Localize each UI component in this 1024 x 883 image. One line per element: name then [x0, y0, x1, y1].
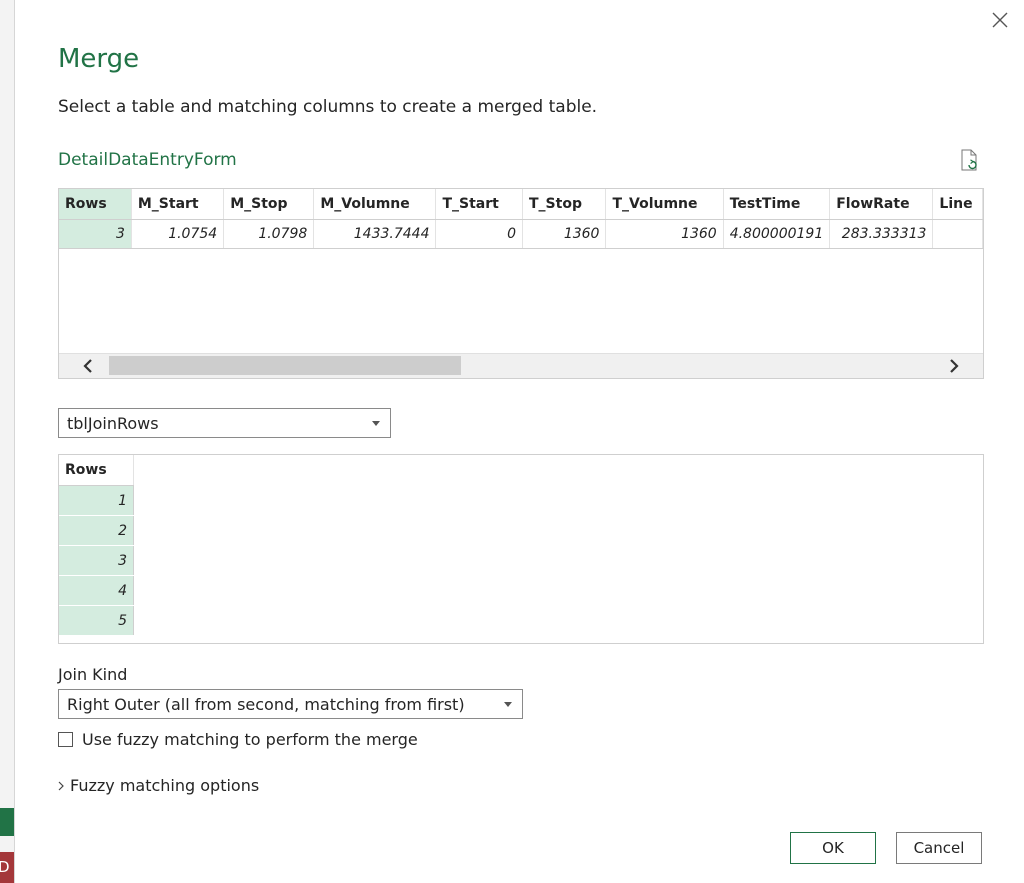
- table-row: 4: [59, 575, 134, 606]
- dialog-title: Merge: [58, 44, 140, 74]
- table-cell: 5: [59, 605, 134, 636]
- table-row: 1: [59, 485, 134, 516]
- table-cell: 3: [59, 219, 132, 249]
- column-header-m-start[interactable]: M_Start: [131, 189, 225, 220]
- table-cell: 1433.7444: [313, 219, 437, 249]
- dialog-subtitle: Select a table and matching columns to c…: [58, 97, 598, 117]
- refresh-preview-button[interactable]: [958, 149, 980, 171]
- join-kind-label: Join Kind: [58, 665, 128, 684]
- fuzzy-matching-options-label: Fuzzy matching options: [70, 776, 260, 795]
- horizontal-scrollbar[interactable]: [59, 353, 983, 378]
- join-kind-select-value: Right Outer (all from second, matching f…: [67, 695, 465, 714]
- chevron-right-icon: [58, 781, 64, 790]
- close-icon: [992, 12, 1008, 28]
- close-button[interactable]: [988, 8, 1012, 32]
- table-cell: [932, 219, 983, 249]
- table-cell: 283.333313: [829, 219, 934, 249]
- column-header-flowrate[interactable]: FlowRate: [829, 189, 934, 220]
- fuzzy-matching-options-toggle[interactable]: Fuzzy matching options: [56, 776, 259, 795]
- background-window-edge: [0, 0, 15, 883]
- chevron-down-icon: [504, 702, 512, 707]
- first-table-preview: Rows M_Start M_Stop M_Volumne T_Start T_…: [58, 188, 984, 379]
- second-table-select-value: tblJoinRows: [67, 414, 159, 433]
- column-header-m-volumne[interactable]: M_Volumne: [313, 189, 437, 220]
- fuzzy-matching-label[interactable]: Use fuzzy matching to perform the merge: [82, 730, 418, 749]
- table-cell: 1.0798: [223, 219, 315, 249]
- ok-button[interactable]: OK: [790, 832, 876, 864]
- table-row: 2: [59, 515, 134, 546]
- column-header-t-start[interactable]: T_Start: [435, 189, 523, 220]
- table-cell: 1360: [522, 219, 607, 249]
- table-cell: 4: [59, 575, 134, 606]
- scroll-left-icon[interactable]: [79, 357, 97, 375]
- table-row: 3: [59, 545, 134, 576]
- table-cell: 3: [59, 545, 134, 576]
- column-header-row: Rows M_Start M_Stop M_Volumne T_Start T_…: [59, 189, 983, 220]
- column-header-t-volumne[interactable]: T_Volumne: [605, 189, 724, 220]
- fuzzy-matching-checkbox[interactable]: [58, 731, 73, 747]
- column-header-rows[interactable]: Rows: [59, 189, 132, 220]
- background-red-tab: D: [0, 852, 14, 883]
- chevron-down-icon: [372, 421, 380, 426]
- column-header-row: Rows: [59, 455, 134, 486]
- column-header-rows[interactable]: Rows: [59, 455, 134, 486]
- scroll-right-icon[interactable]: [945, 357, 963, 375]
- cancel-button[interactable]: Cancel: [896, 832, 982, 864]
- merge-dialog: Merge Select a table and matching column…: [15, 0, 1024, 883]
- first-table-name: DetailDataEntryForm: [58, 150, 237, 170]
- background-tab-text: D: [0, 858, 10, 876]
- column-header-m-stop[interactable]: M_Stop: [223, 189, 315, 220]
- column-header-line[interactable]: Line: [932, 189, 983, 220]
- table-cell: 2: [59, 515, 134, 546]
- second-table-preview: Rows 1 2 3 4 5: [58, 454, 984, 644]
- join-kind-select[interactable]: Right Outer (all from second, matching f…: [58, 689, 523, 719]
- table-cell: 1.0754: [131, 219, 225, 249]
- table-cell: 1: [59, 485, 134, 516]
- second-table-select[interactable]: tblJoinRows: [58, 408, 391, 438]
- table-row: 5: [59, 605, 134, 636]
- table-cell: 4.800000191: [723, 219, 831, 249]
- table-cell: 1360: [605, 219, 724, 249]
- table-cell: 0: [435, 219, 523, 249]
- column-header-t-stop[interactable]: T_Stop: [522, 189, 607, 220]
- scrollbar-thumb[interactable]: [109, 356, 461, 375]
- background-green-tab: [0, 808, 14, 836]
- fuzzy-matching-row: Use fuzzy matching to perform the merge: [58, 728, 418, 750]
- column-header-testtime[interactable]: TestTime: [723, 189, 831, 220]
- table-row: 3 1.0754 1.0798 1433.7444 0 1360 1360 4.…: [59, 219, 983, 249]
- refresh-preview-icon: [961, 149, 977, 171]
